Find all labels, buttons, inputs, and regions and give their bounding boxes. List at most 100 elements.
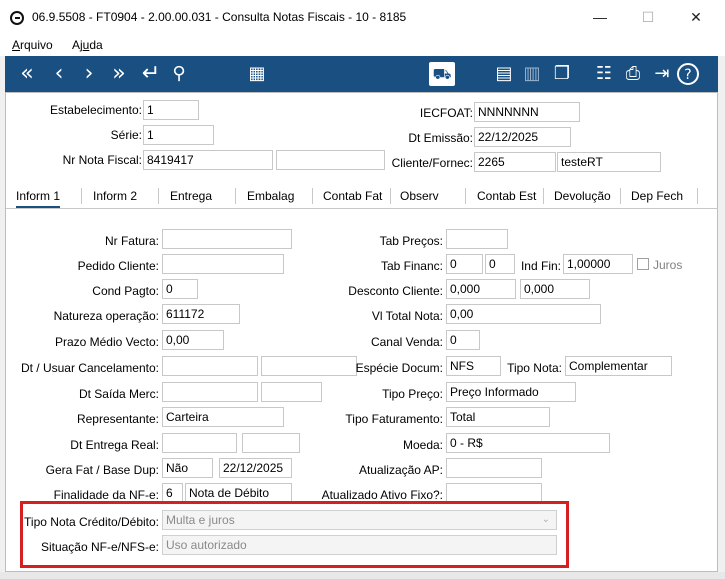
- gera-fat-field[interactable]: Não: [162, 458, 213, 478]
- dt-emissao-field[interactable]: 22/12/2025: [474, 127, 571, 147]
- atualizacao-ap-field[interactable]: [446, 458, 542, 478]
- estabelecimento-label: Estabelecimento:: [49, 103, 142, 117]
- nr-nota-extra-field[interactable]: [276, 150, 385, 170]
- tipo-preco-label: Tipo Preço:: [382, 387, 443, 401]
- close-button[interactable]: ✕: [676, 6, 716, 28]
- minimize-button[interactable]: —: [580, 6, 620, 28]
- tab-financ-field-2[interactable]: 0: [485, 254, 515, 274]
- prazo-medio-field[interactable]: 0,00: [162, 330, 224, 350]
- tipo-faturamento-field[interactable]: Total: [446, 407, 550, 427]
- pedido-cliente-label: Pedido Cliente:: [77, 259, 159, 273]
- vl-total-field[interactable]: 0,00: [446, 304, 601, 324]
- tab-contab-fat[interactable]: Contab Fat: [323, 189, 382, 203]
- tabs-divider: [6, 208, 718, 209]
- juros-label: Juros: [653, 258, 683, 272]
- tab-precos-field[interactable]: [446, 229, 508, 249]
- moeda-label: Moeda:: [402, 438, 443, 452]
- cliente-label: Cliente/Fornec:: [391, 156, 473, 170]
- menu-arquivo-rest: rquivo: [20, 38, 53, 52]
- desconto-field-2[interactable]: 0,000: [520, 279, 590, 299]
- finalidade-nfe-label: Finalidade da NF-e:: [53, 488, 159, 502]
- cliente-name-field[interactable]: testeRT: [557, 152, 661, 172]
- tab-separator: [390, 188, 391, 204]
- representante-field[interactable]: Carteira: [162, 407, 284, 427]
- tipo-faturamento-label: Tipo Faturamento:: [345, 412, 443, 426]
- menu-ajuda-rest: da: [89, 38, 103, 52]
- finalidade-code-field[interactable]: 6: [162, 483, 183, 503]
- tab-separator: [620, 188, 621, 204]
- tab-contab-est[interactable]: Contab Est: [477, 189, 536, 203]
- dt-entrega-field-1[interactable]: [162, 433, 237, 453]
- tab-dep-fech[interactable]: Dep Fech: [631, 189, 683, 203]
- serie-label: Série:: [110, 128, 142, 142]
- status-bar: [0, 572, 725, 579]
- tipo-nota-label: Tipo Nota:: [507, 361, 562, 375]
- iecfoat-field[interactable]: NNNNNNN: [474, 102, 580, 122]
- tab-separator: [235, 188, 236, 204]
- exit-icon[interactable]: ⇥: [648, 56, 676, 92]
- book-icon[interactable]: ▤: [490, 56, 518, 92]
- menu-bar: [0, 34, 725, 56]
- nr-fatura-field[interactable]: [162, 229, 292, 249]
- tree-icon[interactable]: ☷: [590, 56, 618, 92]
- atualizado-ativo-field[interactable]: [446, 483, 542, 503]
- base-dup-field[interactable]: 22/12/2025: [219, 458, 292, 478]
- toolbar: « ‹ › » ↵ ⚲ ▦ ⛟ ▤ ▥ ❐ ☷ ⎙ ⇥ ?: [5, 56, 718, 92]
- dt-cancelamento-field-1[interactable]: [162, 356, 258, 376]
- tab-financ-label: Tab Financ:: [380, 259, 443, 273]
- tab-separator: [543, 188, 544, 204]
- tipo-nota-field[interactable]: Complementar: [565, 356, 672, 376]
- tab-entrega[interactable]: Entrega: [170, 189, 212, 203]
- nr-nota-field[interactable]: 8419417: [143, 150, 273, 170]
- truck-icon[interactable]: ⛟: [429, 62, 455, 86]
- menu-ajuda[interactable]: Ajuda: [72, 38, 103, 52]
- tab-separator: [312, 188, 313, 204]
- tab-devolucao[interactable]: Devolução: [554, 189, 611, 203]
- previous-record-icon[interactable]: ‹: [45, 56, 73, 92]
- cond-pagto-field[interactable]: 0: [162, 279, 198, 299]
- tab-inform-1[interactable]: Inform 1: [16, 189, 61, 208]
- estabelecimento-field[interactable]: 1: [143, 100, 199, 120]
- menu-arquivo[interactable]: Arquivo: [12, 38, 53, 52]
- cond-pagto-label: Cond Pagto:: [92, 284, 159, 298]
- last-record-icon[interactable]: »: [105, 56, 133, 92]
- canal-venda-field[interactable]: 0: [446, 330, 480, 350]
- print-icon[interactable]: ⎙: [619, 56, 647, 92]
- chart-icon[interactable]: ▥: [518, 56, 546, 92]
- prazo-medio-label: Prazo Médio Vecto:: [54, 335, 159, 349]
- serie-field[interactable]: 1: [143, 125, 214, 145]
- tab-inform-2[interactable]: Inform 2: [93, 189, 137, 203]
- juros-checkbox[interactable]: [637, 258, 649, 270]
- pedido-cliente-field[interactable]: [162, 254, 284, 274]
- cliente-code-field[interactable]: 2265: [474, 152, 556, 172]
- nr-fatura-label: Nr Fatura:: [104, 234, 159, 248]
- help-icon[interactable]: ?: [677, 63, 699, 85]
- desconto-cliente-label: Desconto Cliente:: [348, 284, 443, 298]
- vl-total-label: Vl Total Nota:: [371, 309, 443, 323]
- natureza-field[interactable]: 611172: [162, 304, 240, 324]
- grid-icon[interactable]: ▦: [243, 56, 271, 92]
- tab-observ[interactable]: Observ: [400, 189, 439, 203]
- tab-financ-field-1[interactable]: 0: [446, 254, 483, 274]
- tab-embalag[interactable]: Embalag: [247, 189, 294, 203]
- tipo-preco-field[interactable]: Preço Informado: [446, 382, 576, 402]
- search-icon[interactable]: ⚲: [165, 56, 193, 92]
- maximize-button[interactable]: ☐: [628, 6, 668, 28]
- first-record-icon[interactable]: «: [13, 56, 41, 92]
- tab-precos-label: Tab Preços:: [379, 234, 443, 248]
- finalidade-desc-field[interactable]: Nota de Débito: [185, 483, 292, 503]
- dt-saida-field-2[interactable]: [261, 382, 322, 402]
- dt-saida-field-1[interactable]: [162, 382, 258, 402]
- especie-docum-label: Espécie Docum:: [355, 361, 443, 375]
- natureza-label: Natureza operação:: [53, 309, 159, 323]
- next-record-icon[interactable]: ›: [75, 56, 103, 92]
- moeda-field[interactable]: 0 - R$: [446, 433, 610, 453]
- especie-docum-field[interactable]: NFS: [446, 356, 501, 376]
- ind-fin-field[interactable]: 1,00000: [563, 254, 633, 274]
- dt-entrega-field-2[interactable]: [242, 433, 300, 453]
- dt-saida-label: Dt Saída Merc:: [78, 387, 159, 401]
- atualizacao-ap-label: Atualização AP:: [358, 463, 443, 477]
- boxes-icon[interactable]: ❐: [548, 56, 576, 92]
- enter-icon[interactable]: ↵: [137, 56, 165, 92]
- desconto-field-1[interactable]: 0,000: [446, 279, 516, 299]
